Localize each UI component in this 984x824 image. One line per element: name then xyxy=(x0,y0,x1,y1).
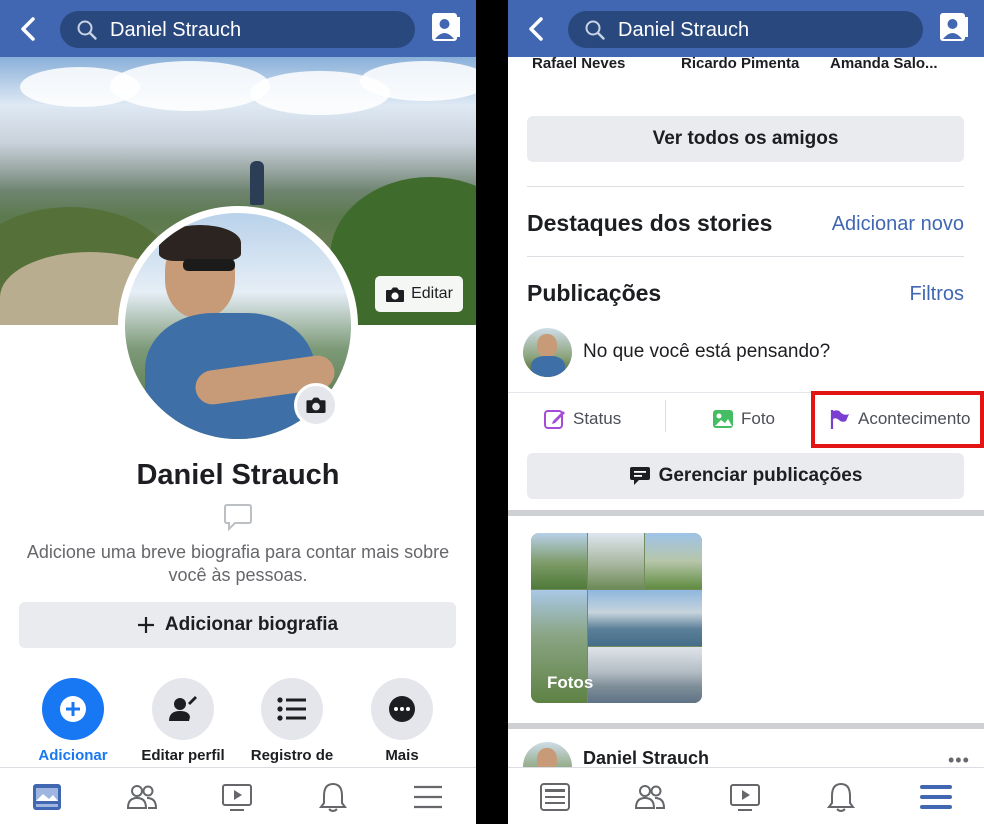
news-feed-icon[interactable] xyxy=(538,780,572,814)
photo-icon xyxy=(713,410,733,428)
divider xyxy=(527,256,964,257)
camera-icon xyxy=(386,287,405,302)
photo-thumb xyxy=(588,590,702,646)
action-more-label: Mais xyxy=(385,747,419,764)
avatar-camera-button[interactable] xyxy=(294,383,338,427)
contact-card-icon[interactable] xyxy=(429,11,462,44)
post-author-name[interactable]: Daniel Strauch xyxy=(583,748,709,769)
plus-icon xyxy=(137,617,154,633)
divider xyxy=(665,400,666,432)
manage-posts-label: Gerenciar publicações xyxy=(658,465,863,486)
edit-profile-icon xyxy=(152,678,214,740)
photo-option[interactable]: Foto xyxy=(712,405,775,433)
friend-name[interactable]: Ricardo Pimenta xyxy=(681,55,799,72)
manage-posts-button[interactable]: Gerenciar publicações xyxy=(527,453,964,499)
see-all-friends-label: Ver todos os amigos xyxy=(652,128,839,149)
see-all-friends-button[interactable]: Ver todos os amigos xyxy=(527,116,964,162)
notifications-icon[interactable] xyxy=(316,780,350,814)
bottom-tab-bar xyxy=(508,767,984,824)
action-edit-profile-label: Editar perfil xyxy=(141,747,225,764)
manage-posts-icon xyxy=(629,467,650,485)
action-more[interactable]: Mais xyxy=(342,678,462,764)
friend-name[interactable]: Rafael Neves xyxy=(532,55,625,72)
notifications-icon[interactable] xyxy=(824,780,858,814)
add-bio-label: Adicionar biografia xyxy=(164,614,339,635)
photo-thumb xyxy=(531,533,587,589)
add-new-story-link[interactable]: Adicionar novo xyxy=(832,213,964,236)
section-separator xyxy=(508,510,984,516)
photo-thumb xyxy=(645,533,702,589)
search-text: Daniel Strauch xyxy=(618,19,750,41)
edit-cover-label: Editar xyxy=(411,285,453,302)
status-label: Status xyxy=(573,409,622,428)
watch-icon[interactable] xyxy=(728,780,762,814)
watch-icon[interactable] xyxy=(220,780,254,814)
sunglasses xyxy=(183,259,235,271)
contact-card-icon[interactable] xyxy=(937,11,970,44)
friends-icon[interactable] xyxy=(125,780,159,814)
photos-label: Fotos xyxy=(547,673,594,692)
filters-link[interactable]: Filtros xyxy=(910,283,964,306)
menu-icon[interactable] xyxy=(411,780,445,814)
status-option[interactable]: Status xyxy=(544,405,621,433)
highlight-box xyxy=(811,391,984,448)
camera-icon xyxy=(306,397,326,413)
section-separator xyxy=(508,723,984,729)
friend-name[interactable]: Amanda Salo... xyxy=(830,55,938,72)
profile-name: Daniel Strauch xyxy=(136,459,340,491)
cloud xyxy=(110,61,270,111)
speech-bubble-icon xyxy=(224,504,252,531)
top-bar: Daniel Strauch xyxy=(0,0,476,57)
plus-icon xyxy=(42,678,104,740)
search-icon xyxy=(77,20,97,40)
action-edit-profile[interactable]: Editar perfil xyxy=(123,678,243,764)
bio-hint: Adicione uma breve biografia para contar… xyxy=(26,542,450,585)
back-arrow-icon[interactable] xyxy=(520,12,554,46)
photo-thumb xyxy=(588,647,702,703)
search-bar[interactable]: Daniel Strauch xyxy=(60,11,415,48)
composer-input[interactable]: No que você está pensando? xyxy=(583,341,830,363)
top-bar: Daniel Strauch xyxy=(508,0,984,57)
more-icon xyxy=(371,678,433,740)
profile-timeline-screen: Daniel Strauch Rafael Neves Ricardo Pime… xyxy=(508,0,984,824)
posts-title: Publicações xyxy=(527,280,662,306)
friends-icon[interactable] xyxy=(633,780,667,814)
list-icon xyxy=(261,678,323,740)
photo-thumb xyxy=(588,533,644,589)
add-bio-button[interactable]: Adicionar biografia xyxy=(19,602,456,648)
profile-screen: Daniel Strauch Editar Daniel Strauch Adi… xyxy=(0,0,476,824)
status-edit-icon xyxy=(544,410,565,429)
photos-tile[interactable]: Fotos xyxy=(531,533,702,703)
stories-title: Destaques dos stories xyxy=(527,210,773,236)
divider xyxy=(527,186,964,187)
search-icon xyxy=(585,20,605,40)
search-text: Daniel Strauch xyxy=(110,19,242,41)
action-add-label: Adicionar xyxy=(38,747,108,764)
menu-icon[interactable] xyxy=(919,780,953,814)
photo-label: Foto xyxy=(741,409,776,428)
action-activity-log-label: Registro de xyxy=(250,747,334,764)
user-avatar[interactable] xyxy=(523,328,572,377)
action-add[interactable]: Adicionar xyxy=(13,678,133,764)
back-arrow-icon[interactable] xyxy=(12,12,46,46)
search-bar[interactable]: Daniel Strauch xyxy=(568,11,923,48)
news-feed-icon[interactable] xyxy=(30,780,64,814)
hiker-figure xyxy=(250,161,264,205)
action-activity-log[interactable]: Registro de xyxy=(232,678,352,764)
hair xyxy=(159,225,241,261)
edit-cover-button[interactable]: Editar xyxy=(375,276,463,312)
bottom-tab-bar xyxy=(0,767,476,824)
